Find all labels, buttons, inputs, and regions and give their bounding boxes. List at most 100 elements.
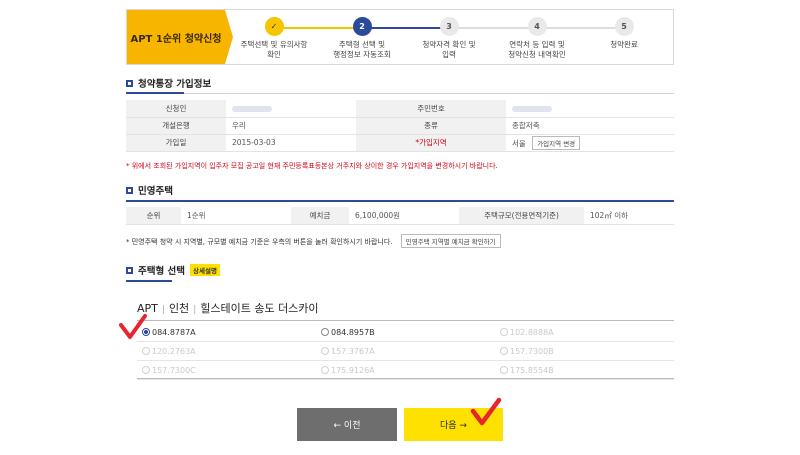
red-check-annotation-icon <box>119 314 147 339</box>
option-label: 120.2763A <box>152 346 196 356</box>
option-label: 102.8888A <box>510 327 554 337</box>
radio-disabled-icon <box>142 366 150 374</box>
house-type-option-disabled: 157.7300B <box>495 347 674 356</box>
step-5: 5 청약완료 <box>579 17 669 50</box>
house-type-option-disabled: 157.7300C <box>137 366 316 375</box>
rank-label: 순위 <box>126 207 181 225</box>
join-date-value: 2015-03-03 <box>226 134 356 152</box>
step-label: 청약신청 내역확인 <box>508 50 566 59</box>
detail-badge[interactable]: 상세설명 <box>190 264 220 276</box>
resident-no-label: 주민번호 <box>356 100 506 118</box>
step-label: 주택형 선택 및 <box>338 40 386 49</box>
step-number: 2 <box>352 17 372 36</box>
radio-disabled-icon <box>500 347 508 355</box>
type-value: 종합저축 <box>506 117 674 135</box>
apt-complex: 힐스테이트 송도 더스카이 <box>200 302 319 315</box>
step-label: 행정정보 자동조회 <box>333 50 391 59</box>
radio-disabled-icon <box>500 366 508 374</box>
deposit-label: 예치금 <box>291 207 349 225</box>
house-type-option[interactable]: 084.8957B <box>316 328 495 337</box>
deposit-check-button[interactable]: 민영주택 지역별 예치금 확인하기 <box>400 234 501 248</box>
private-note: * 민영주택 청약 시 지역별, 규모별 예치금 기준은 우측의 버튼을 눌러 … <box>126 238 393 246</box>
type-label: 종류 <box>356 117 506 135</box>
house-type-option[interactable]: 084.8787A <box>137 328 316 337</box>
section-rule <box>126 92 184 94</box>
deposit-value: 6,100,000원 <box>349 207 459 225</box>
radio-disabled-icon <box>500 328 508 336</box>
step-label: 연락처 등 입력 및 <box>509 40 565 49</box>
private-housing-table: 순위 1순위 예치금 6,100,000원 주택규모(전용면적기준) 102㎡ … <box>126 207 674 225</box>
house-type-row: 084.8787A 084.8957B 102.8888A <box>137 323 674 342</box>
step-label: 주택선택 및 유의사항 <box>240 40 308 49</box>
step-label: 청약완료 <box>610 40 638 49</box>
house-type-row: 120.2763A 157.3767A 157.7300B <box>137 342 674 361</box>
step-label: 청약자격 확인 및 <box>422 40 476 49</box>
house-type-option-disabled: 157.3767A <box>316 347 495 356</box>
radio-disabled-icon <box>321 347 329 355</box>
step-2: 2 주택형 선택 및 행정정보 자동조회 <box>317 17 407 60</box>
section-title-account: 청약통장 가입정보 <box>126 76 211 90</box>
region-label: *가입지역 <box>356 134 506 152</box>
red-check-annotation-icon <box>470 397 502 426</box>
step-3: 3 청약자격 확인 및 입력 <box>404 17 494 60</box>
option-label: 084.8957B <box>331 327 375 337</box>
stepper-title: APT 1순위 청약신청 <box>127 10 225 64</box>
bank-value: 우리 <box>226 117 356 135</box>
applicant-label: 신청인 <box>126 100 226 118</box>
size-value: 102㎡ 이하 <box>584 207 674 225</box>
house-type-option-disabled: 120.2763A <box>137 347 316 356</box>
apt-rule <box>137 320 674 321</box>
option-label: 157.7300C <box>152 365 196 375</box>
region-change-button[interactable]: 가입지역 변경 <box>532 135 581 150</box>
section-title-text: 주택형 선택 <box>138 266 186 277</box>
option-label: 084.8787A <box>152 327 196 337</box>
option-label: 175.9126A <box>331 365 375 375</box>
apt-rule-bottom <box>137 378 674 379</box>
square-bullet-icon <box>126 266 133 274</box>
blurred-name <box>232 105 272 112</box>
progress-stepper: APT 1순위 청약신청 ✓ 주택선택 및 유의사항 확인 2 주택형 선택 및행… <box>126 9 674 65</box>
option-label: 157.3767A <box>331 346 375 356</box>
section-rule-thin <box>184 93 674 94</box>
step-number: 5 <box>614 17 634 36</box>
apt-heading: APT | 인천 | 힐스테이트 송도 더스카이 <box>137 300 319 316</box>
radio-disabled-icon <box>142 347 150 355</box>
join-date-label: 가입일 <box>126 134 226 152</box>
blurred-resident-no <box>512 105 552 112</box>
rank-value: 1순위 <box>181 207 291 225</box>
step-1: ✓ 주택선택 및 유의사항 확인 <box>229 17 319 60</box>
check-icon: ✓ <box>264 17 284 36</box>
step-label: 입력 <box>442 50 456 59</box>
region-cell: 서울 가입지역 변경 <box>506 134 674 152</box>
size-label: 주택규모(전용면적기준) <box>459 207 584 225</box>
region-value: 서울 <box>512 138 526 148</box>
step-number: 3 <box>439 17 459 36</box>
house-type-option-disabled: 175.8554B <box>495 366 674 375</box>
account-note: * 위에서 조회된 가입지역이 입주자 모집 공고일 현재 주민등록표등본상 거… <box>126 162 498 170</box>
section-title-private: 민영주택 <box>126 183 173 197</box>
private-note-row: * 민영주택 청약 시 지역별, 규모별 예치금 기준은 우측의 버튼을 눌러 … <box>126 234 501 248</box>
step-label: 확인 <box>267 50 281 59</box>
separator: | <box>193 305 197 315</box>
step-number: 4 <box>527 17 547 36</box>
radio-disabled-icon <box>321 366 329 374</box>
house-type-option-disabled: 175.9126A <box>316 366 495 375</box>
radio-icon[interactable] <box>321 328 329 336</box>
section-title-house-type: 주택형 선택 상세설명 <box>126 263 220 277</box>
bank-label: 개설은행 <box>126 117 226 135</box>
separator: | <box>161 305 165 315</box>
section-title-text: 청약통장 가입정보 <box>138 79 212 90</box>
step-4: 4 연락처 등 입력 및 청약신청 내역확인 <box>492 17 582 60</box>
apt-region: 인천 <box>168 302 190 315</box>
account-table: 신청인 주민번호 개설은행 우리 종류 종합저축 가입일 2015-03-03 … <box>126 100 674 152</box>
square-bullet-icon <box>126 79 133 87</box>
section-title-text: 민영주택 <box>138 186 173 197</box>
house-type-option-disabled: 102.8888A <box>495 328 674 337</box>
option-label: 157.7300B <box>510 346 554 356</box>
square-bullet-icon <box>126 186 133 194</box>
prev-button[interactable]: ← 이전 <box>297 408 397 441</box>
section-rule <box>126 200 674 202</box>
house-type-grid: 084.8787A 084.8957B 102.8888A 120.2763A … <box>137 323 674 380</box>
section-rule <box>126 280 172 282</box>
option-label: 175.8554B <box>510 365 554 375</box>
